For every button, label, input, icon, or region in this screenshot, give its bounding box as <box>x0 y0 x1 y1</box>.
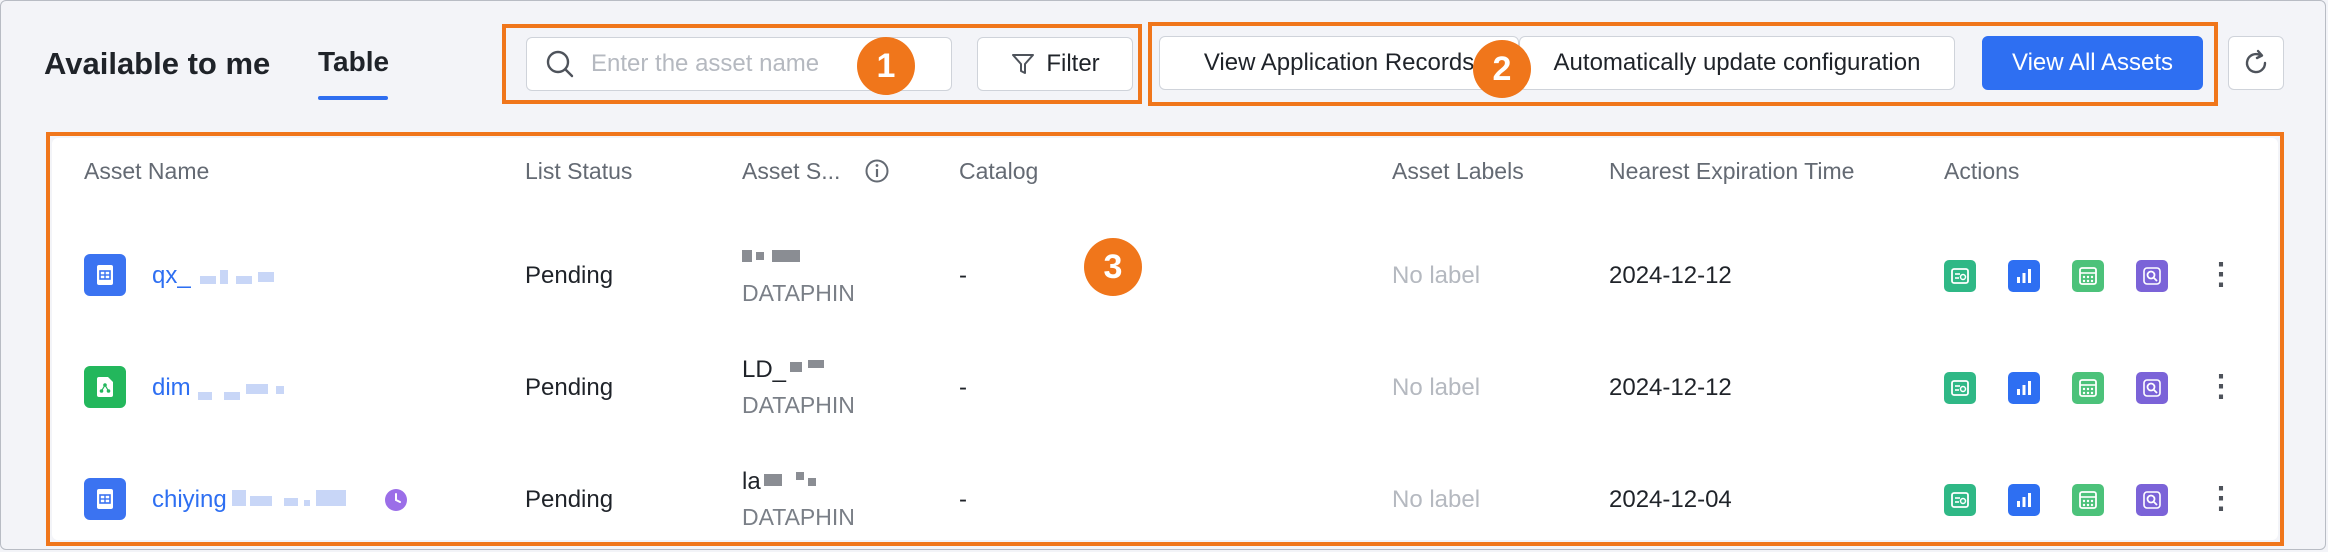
annotation-badge-3: 3 <box>1084 238 1142 296</box>
annotation-box-2 <box>1148 22 2218 106</box>
annotation-badge-2: 2 <box>1473 40 1531 98</box>
refresh-button[interactable] <box>2228 36 2284 90</box>
annotation-box-1 <box>502 24 1142 104</box>
page-title: Available to me <box>44 46 271 81</box>
tab-table[interactable]: Table <box>318 46 389 78</box>
annotation-badge-1: 1 <box>857 37 915 95</box>
refresh-icon <box>2245 49 2267 74</box>
annotation-box-3 <box>46 132 2284 546</box>
tab-active-indicator <box>318 96 388 100</box>
